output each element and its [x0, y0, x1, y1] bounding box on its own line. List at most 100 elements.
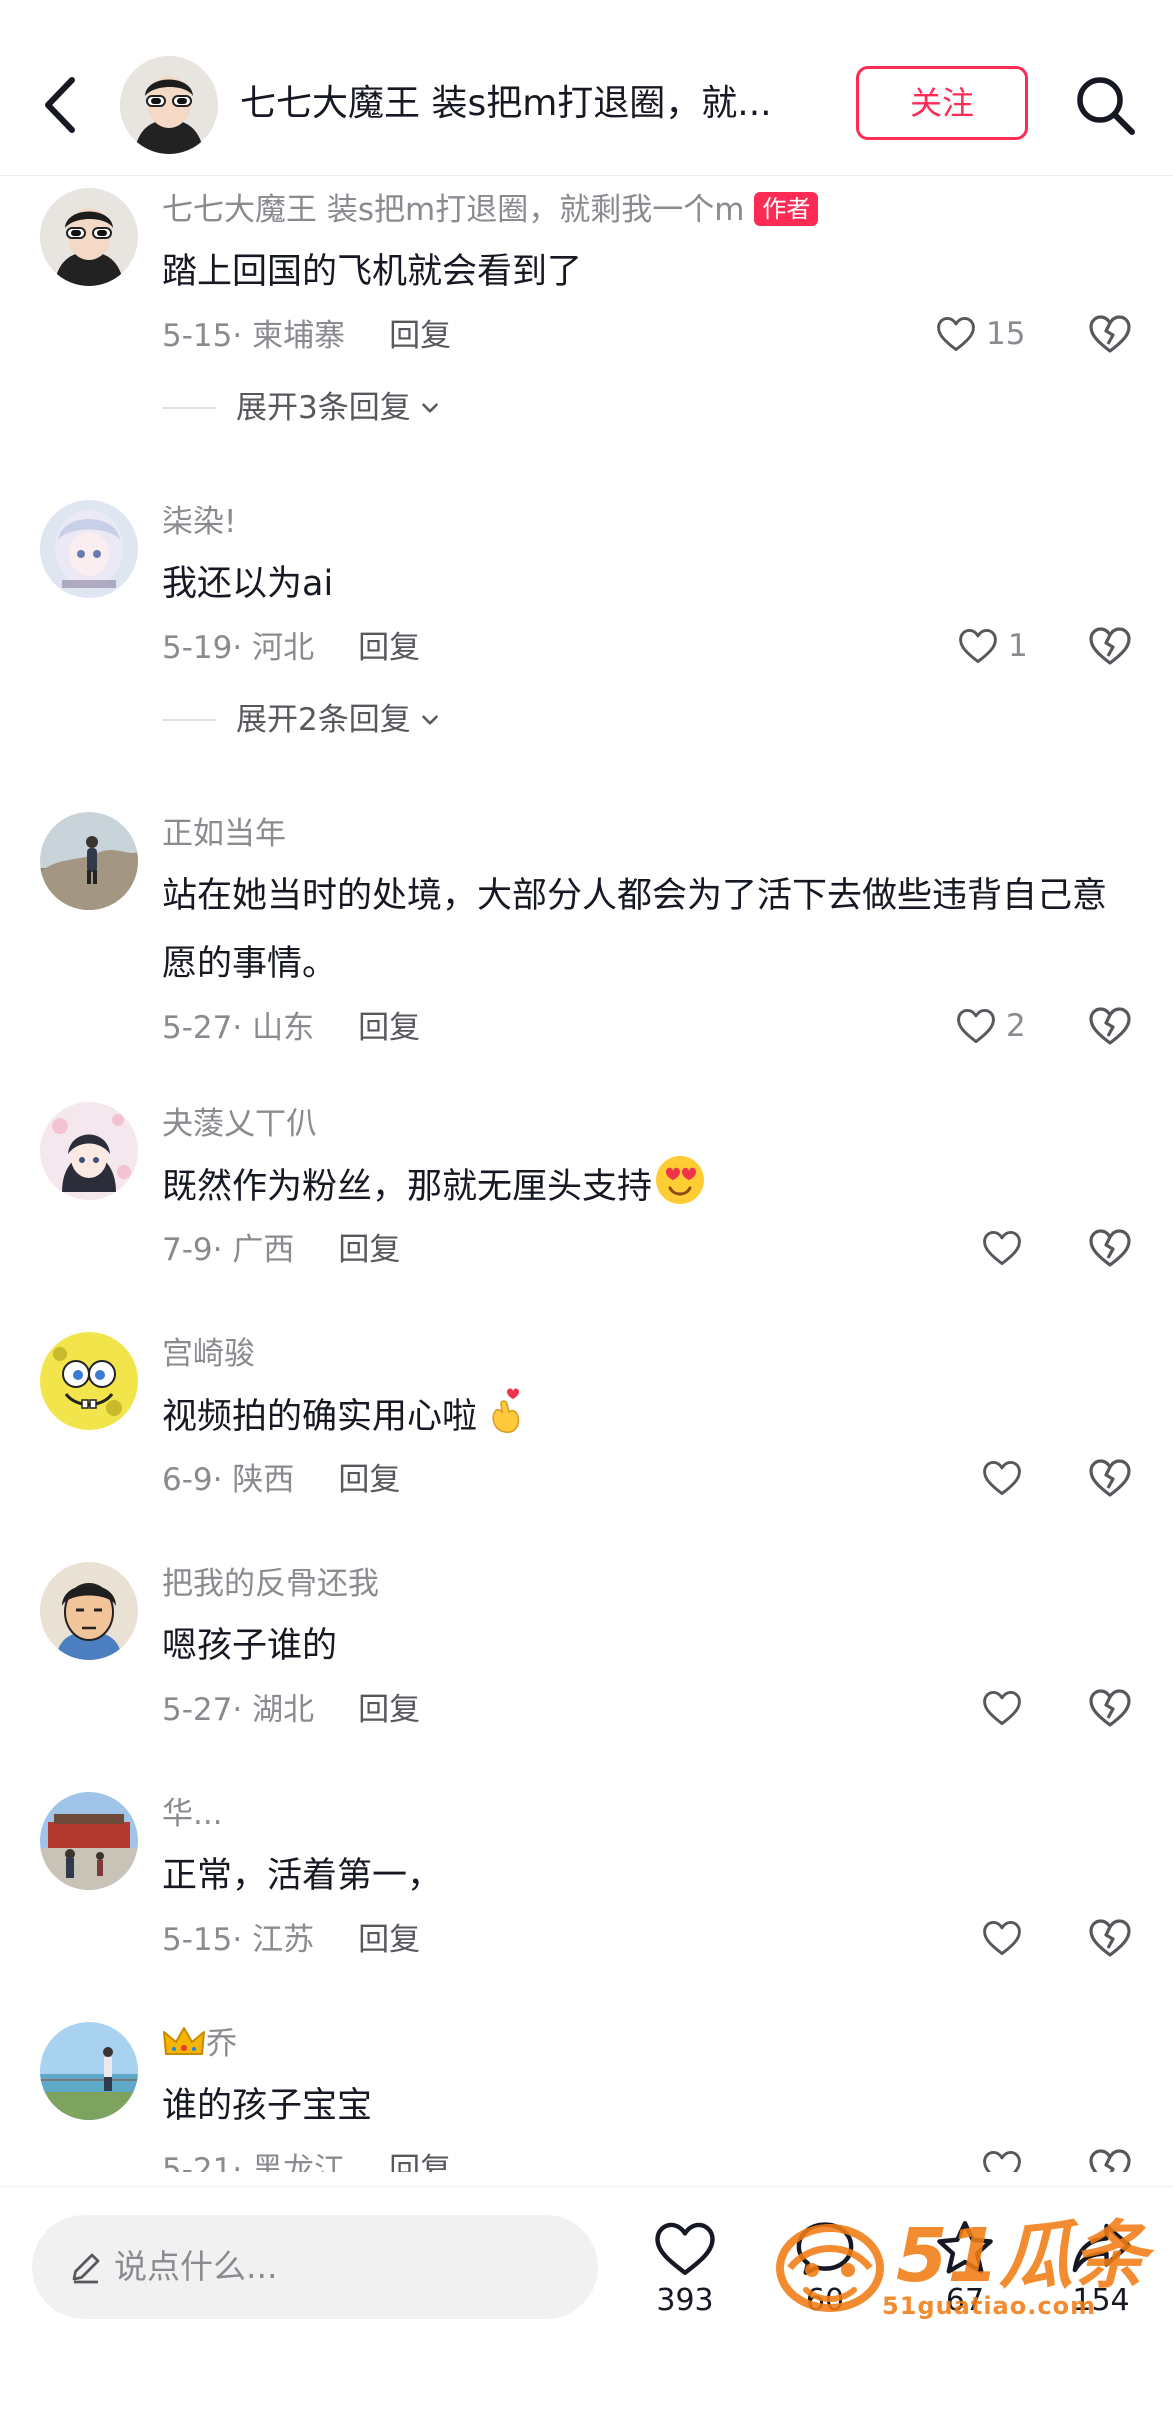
like-total: 393 — [656, 2283, 714, 2318]
like-button[interactable] — [980, 1226, 1032, 1270]
comment-meta: 6-9· 陕西 回复 — [162, 1458, 400, 1502]
reply-button[interactable]: 回复 — [358, 1010, 420, 1046]
comment-text: 视频拍的确实用心啦 — [162, 1382, 1122, 1451]
dot-separator: · — [232, 1922, 253, 1958]
comment-meta: 5-21· 黑龙江 回复 — [162, 2148, 451, 2172]
comment-text: 正常，活着第一， — [162, 1856, 443, 1896]
heart-eyes-emoji-icon — [656, 1156, 705, 1204]
comment-date: 7-9 — [162, 1232, 213, 1268]
comment-input-placeholder: 说点什么... — [114, 2247, 278, 2286]
comment-meta: 5-19· 河北 回复 — [162, 626, 420, 670]
comment-username[interactable]: 乔 — [162, 2022, 237, 2066]
comment-username[interactable]: 正如当年 — [162, 812, 286, 856]
comment-avatar[interactable] — [40, 1332, 138, 1430]
expand-replies-button[interactable]: 展开2条回复 — [162, 698, 443, 742]
like-button[interactable] — [980, 1686, 1032, 1730]
comment-username[interactable]: 柒染! — [162, 500, 236, 544]
comment-item: 夬蔆乂丅仈 既然作为粉丝，那就无厘头支持 7-9· 广西 回复 — [0, 1092, 1173, 1322]
comment-item: 柒染! 我还以为ai 5-19· 河北 回复 1 展开2条回复 — [0, 486, 1173, 796]
comment-item: 七七大魔王 装s把m打退圈，就剩我一个m 作者 踏上回国的飞机就会看到了 5-15… — [0, 176, 1173, 486]
comment-date: 5-27 — [162, 1692, 233, 1728]
username-text[interactable]: 乔 — [206, 2026, 237, 2062]
comment-location: 江苏 — [252, 1922, 315, 1958]
reply-button[interactable]: 回复 — [389, 318, 451, 354]
broken-heart-icon[interactable] — [1086, 1914, 1134, 1962]
broken-heart-icon[interactable] — [1086, 2144, 1134, 2172]
comment-avatar[interactable] — [40, 1102, 138, 1200]
reply-button[interactable]: 回复 — [358, 1692, 420, 1728]
heart-outline-icon — [983, 1690, 1021, 1726]
watermark-logo: 51瓜条 51guatiao.com — [770, 2208, 1150, 2328]
comment-text: 我还以为ai — [162, 564, 334, 604]
reply-button[interactable]: 回复 — [389, 2152, 451, 2172]
comment-avatar[interactable] — [40, 188, 138, 286]
comment-meta: 5-27· 湖北 回复 — [162, 1688, 420, 1732]
comment-avatar[interactable] — [40, 1562, 138, 1660]
comment-username[interactable]: 华... — [162, 1792, 223, 1836]
broken-heart-icon[interactable] — [1086, 310, 1134, 358]
like-action[interactable]: 393 — [630, 2217, 740, 2321]
heart-outline-icon — [983, 2150, 1021, 2172]
reply-button[interactable]: 回复 — [338, 1232, 400, 1268]
heart-outline-icon — [983, 1920, 1021, 1956]
reply-button[interactable]: 回复 — [338, 1462, 400, 1498]
comment-avatar[interactable] — [40, 812, 138, 910]
comment-input[interactable]: 说点什么... — [32, 2215, 598, 2319]
comment-date: 6-9 — [162, 1462, 213, 1498]
follow-button[interactable]: 关注 — [856, 66, 1028, 140]
author-badge: 作者 — [754, 192, 819, 226]
comment-text: 谁的孩子宝宝 — [162, 2086, 373, 2126]
top-bar: 七七大魔王 装s把m打退圈，就... 关注 — [0, 0, 1173, 176]
like-button[interactable] — [980, 1456, 1032, 1500]
username-text[interactable]: 七七大魔王 装s把m打退圈，就剩我一个m — [162, 192, 744, 228]
search-icon[interactable] — [1072, 72, 1138, 138]
expand-replies-label: 展开2条回复 — [236, 702, 411, 738]
watermark-emblem-icon — [776, 2224, 884, 2312]
like-count: 2 — [1006, 1008, 1026, 1044]
comment-username[interactable]: 七七大魔王 装s把m打退圈，就剩我一个m 作者 — [162, 188, 819, 232]
page-title: 七七大魔王 装s把m打退圈，就... — [240, 83, 772, 124]
broken-heart-icon[interactable] — [1086, 1002, 1134, 1050]
comment-text: 既然作为粉丝，那就无厘头支持 — [162, 1152, 1122, 1221]
crown-emoji-icon — [163, 2027, 205, 2055]
comment-meta: 5-27· 山东 回复 — [162, 1006, 420, 1050]
watermark-brand: 51瓜条 — [896, 2213, 1147, 2299]
comment-text-content: 视频拍的确实用心啦 — [162, 1397, 478, 1437]
comment-date: 5-27 — [162, 1010, 233, 1046]
comment-location: 广西 — [232, 1232, 295, 1268]
comment-list[interactable]: 七七大魔王 装s把m打退圈，就剩我一个m 作者 踏上回国的飞机就会看到了 5-15… — [0, 176, 1173, 2172]
expand-replies-button[interactable]: 展开3条回复 — [162, 386, 443, 430]
comment-avatar[interactable] — [40, 1792, 138, 1890]
chevron-down-icon — [421, 403, 438, 413]
pencil-icon — [72, 2253, 100, 2284]
comment-username[interactable]: 宫崎骏 — [162, 1332, 255, 1376]
like-button[interactable]: 2 — [954, 1004, 1026, 1048]
broken-heart-icon[interactable] — [1086, 1684, 1134, 1732]
broken-heart-icon[interactable] — [1086, 1454, 1134, 1502]
heart-outline-icon — [983, 1460, 1021, 1496]
like-button[interactable]: 15 — [934, 312, 1025, 356]
comment-avatar[interactable] — [40, 500, 138, 598]
comment-username[interactable]: 把我的反骨还我 — [162, 1562, 379, 1606]
finger-heart-emoji-icon — [492, 1388, 520, 1433]
comment-text-content: 既然作为粉丝，那就无厘头支持 — [162, 1167, 653, 1207]
chevron-down-icon — [421, 715, 438, 725]
like-button[interactable]: 1 — [956, 624, 1028, 668]
broken-heart-icon[interactable] — [1086, 622, 1134, 670]
like-button[interactable] — [980, 2146, 1032, 2172]
comment-username[interactable]: 夬蔆乂丅仈 — [162, 1102, 317, 1146]
back-arrow-icon[interactable] — [38, 70, 88, 140]
like-count: 1 — [1008, 628, 1028, 664]
comment-meta: 5-15· 柬埔寨 回复 — [162, 314, 451, 358]
reply-button[interactable]: 回复 — [358, 1922, 420, 1958]
comment-avatar[interactable] — [40, 2022, 138, 2120]
author-avatar[interactable] — [120, 56, 218, 154]
comment-text: 站在她当时的处境，大部分人都会为了活下去做些违背自己意愿的事情。 — [162, 876, 1108, 984]
broken-heart-icon[interactable] — [1086, 1224, 1134, 1272]
comment-item: 把我的反骨还我 嗯孩子谁的 5-27· 湖北 回复 — [0, 1552, 1173, 1782]
like-button[interactable] — [980, 1916, 1032, 1960]
comment-text: 嗯孩子谁的 — [162, 1626, 338, 1666]
reply-button[interactable]: 回复 — [358, 630, 420, 666]
dot-separator: · — [212, 1462, 233, 1498]
dot-separator: · — [232, 318, 253, 354]
